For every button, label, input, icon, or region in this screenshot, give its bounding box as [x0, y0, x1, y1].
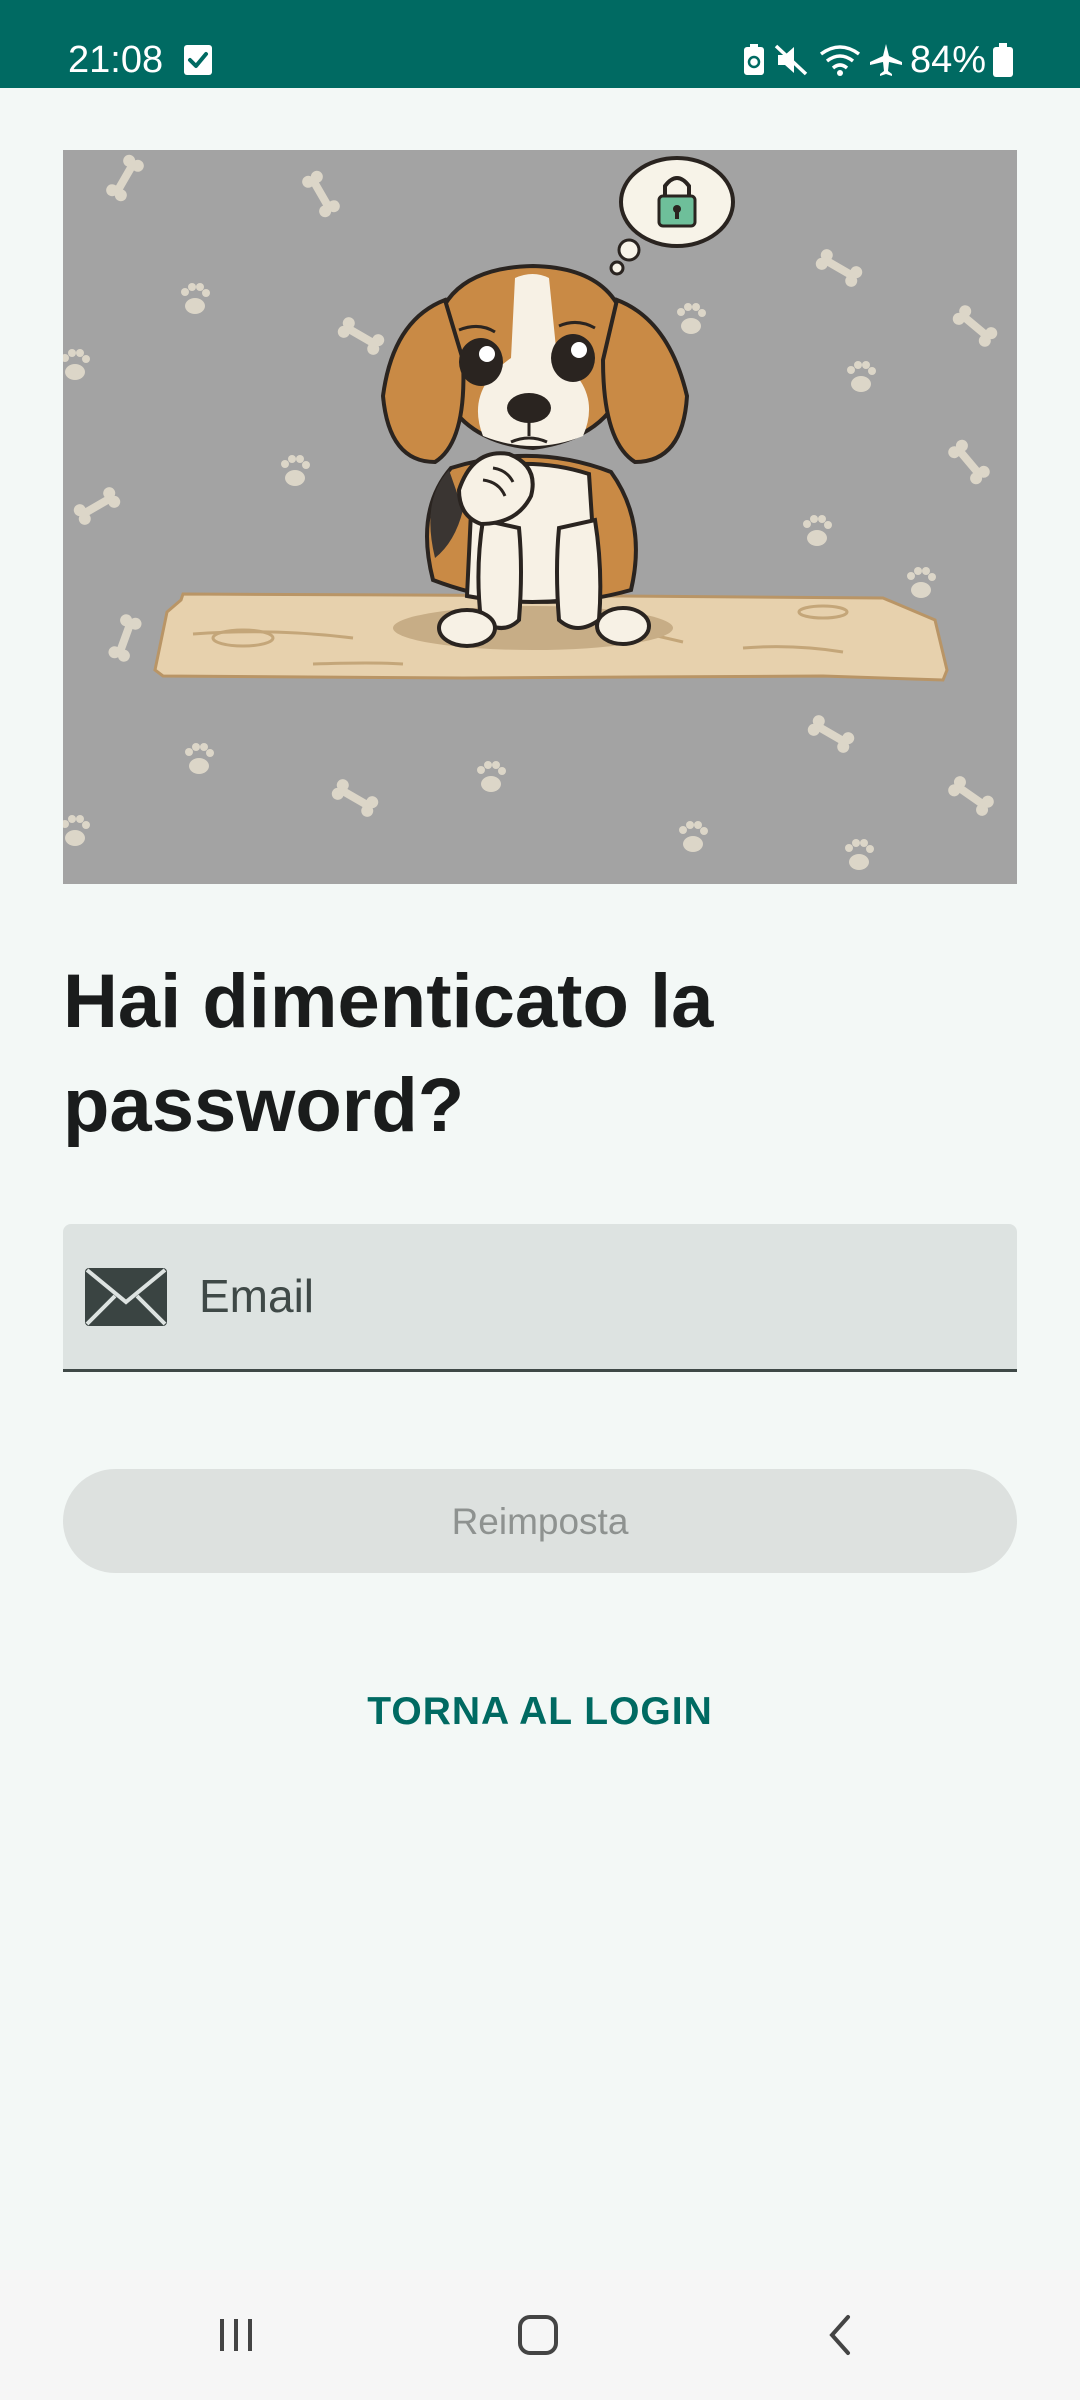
- navigation-bar: [0, 2270, 1080, 2400]
- status-bar: 21:08 84%: [0, 0, 1080, 88]
- home-button[interactable]: [458, 2270, 618, 2400]
- envelope-icon: [85, 1268, 167, 1326]
- recent-apps-button[interactable]: [156, 2270, 316, 2400]
- battery-percent: 84%: [909, 39, 986, 81]
- hero-illustration: [63, 150, 1017, 884]
- thinking-beagle-illustration: [63, 150, 1017, 884]
- page-title: Hai dimenticato la password?: [63, 959, 714, 1148]
- reset-button[interactable]: Reimposta: [63, 1469, 1017, 1573]
- check-notification-icon: [184, 45, 212, 75]
- recent-apps-icon: [220, 2319, 252, 2351]
- email-field[interactable]: [63, 1224, 1017, 1372]
- back-button[interactable]: [760, 2270, 920, 2400]
- email-input[interactable]: [199, 1254, 979, 1338]
- airplane-icon: [869, 44, 902, 76]
- main-content: Hai dimenticato la password? Reimposta T…: [0, 88, 1080, 2270]
- back-to-login-link[interactable]: TORNA AL LOGIN: [0, 1684, 1080, 1740]
- back-icon: [829, 2315, 850, 2355]
- mute-icon: [774, 44, 808, 76]
- wifi-icon: [819, 45, 860, 76]
- status-icons: 84%: [736, 36, 1014, 84]
- status-time: 21:08: [68, 39, 164, 81]
- home-icon: [518, 2315, 558, 2355]
- battery-icon: [993, 43, 1013, 77]
- battery-saver-icon: [743, 44, 764, 75]
